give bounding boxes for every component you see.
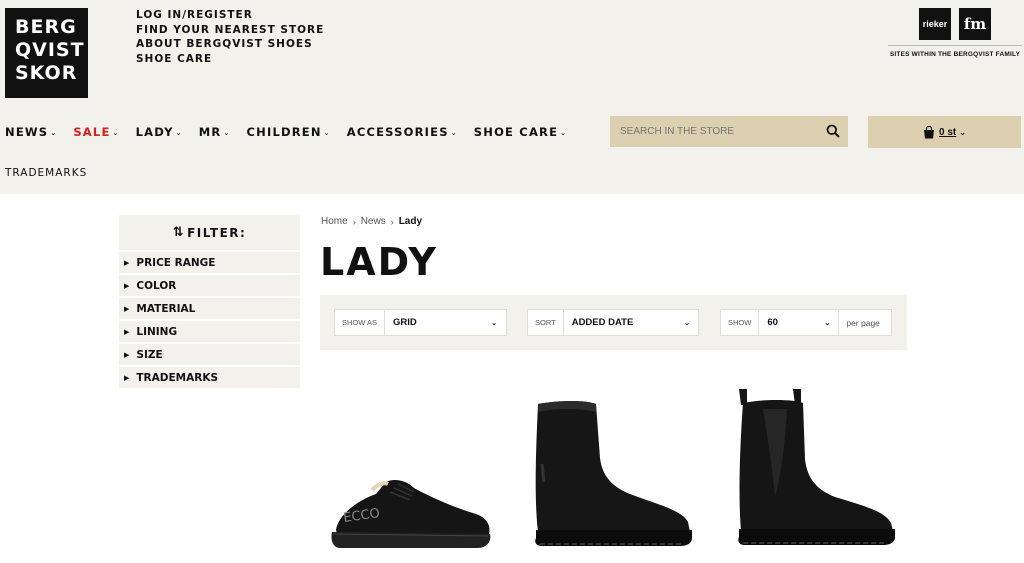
search-icon[interactable] [826,124,840,138]
filter-color[interactable]: ▶ COLOR [119,275,300,296]
logo-line-2: QVIST [15,39,85,61]
nav-label: SHOE CARE [473,125,559,139]
sneaker-image: ECCO [331,480,491,548]
breadcrumb-home[interactable]: Home [321,216,348,227]
about-link[interactable]: ABOUT BERGQVIST SHOES [136,37,324,52]
product-card-chelsea-boot[interactable] [735,385,897,550]
product-card-ankle-boot[interactable] [530,398,696,550]
ankle-boot-image [535,401,692,546]
filter-label: COLOR [136,279,177,292]
show-as-select[interactable]: SHOW AS GRID ⌄ [334,309,507,336]
family-divider [888,45,1022,46]
filter-price-range[interactable]: ▶ PRICE RANGE [119,252,300,273]
nav-mr[interactable]: MR ⌄ [199,125,231,139]
chevron-right-icon: › [390,216,394,227]
sort-label: SORT [528,310,564,335]
filter-label: LINING [136,325,178,338]
nav-children[interactable]: CHILDREN ⌄ [247,125,331,139]
nav-trademarks[interactable]: TRADEMARKS [5,167,87,179]
chevron-down-icon: ⌄ [112,129,120,137]
per-page-text: 60 [767,317,778,328]
nav-shoe-care[interactable]: SHOE CARE ⌄ [474,125,567,139]
page-title: LADY [320,240,438,284]
breadcrumb-current: Lady [398,216,423,227]
caret-right-icon: ▶ [124,304,130,313]
nav-label: LADY [135,125,174,139]
shopping-bag-icon [924,125,935,138]
filter-label: PRICE RANGE [136,256,216,269]
caret-right-icon: ▶ [124,327,130,336]
chevron-down-icon: ⌄ [450,129,458,137]
chevron-down-icon: ⌄ [684,319,690,327]
caret-right-icon: ▶ [124,373,130,382]
filter-size[interactable]: ▶ SIZE [119,344,300,365]
shoe-care-link[interactable]: SHOE CARE [136,52,324,67]
per-page-label: SHOW [721,310,760,335]
header: BERG QVIST SKOR LOG IN/REGISTER FIND YOU… [0,0,1024,194]
sort-select[interactable]: SORT ADDED DATE ⌄ [527,309,699,336]
chevron-down-icon: ⌄ [959,127,966,137]
main-nav: NEWS ⌄ SALE ⌄ LADY ⌄ MR ⌄ CHILDREN ⌄ ACCESSOR… [5,125,583,139]
chevron-down-icon: ⌄ [824,319,831,327]
top-links: LOG IN/REGISTER FIND YOUR NEAREST STORE … [136,8,324,66]
nav-accessories[interactable]: ACCESSORIES ⌄ [347,125,458,139]
breadcrumb: Home › News › Lady [321,216,422,227]
nav-news[interactable]: NEWS ⌄ [5,125,57,139]
caret-right-icon: ▶ [124,281,130,290]
nav-label: SALE [73,125,111,139]
store-finder-link[interactable]: FIND YOUR NEAREST STORE [136,23,324,38]
nav-sale[interactable]: SALE ⌄ [73,125,119,139]
chelsea-boot-image [738,389,895,545]
filter-label: MATERIAL [136,302,196,315]
nav-label: CHILDREN [246,125,322,139]
login-link[interactable]: LOG IN/REGISTER [136,8,324,23]
filter-material[interactable]: ▶ MATERIAL [119,298,300,319]
per-page-value[interactable]: 60 ⌄ [759,310,840,335]
cart-count: 0 st [939,126,957,138]
filter-trademarks[interactable]: ▶ TRADEMARKS [119,367,300,388]
chevron-down-icon: ⌄ [560,129,568,137]
show-as-text: GRID [393,317,417,328]
show-as-label: SHOW AS [335,310,386,335]
fm-logo[interactable]: fm [959,8,991,40]
family-logos: rieker fm [888,8,1022,40]
listing-toolbar: SHOW AS GRID ⌄ SORT ADDED DATE ⌄ SHOW 60 ⌄ … [320,295,907,350]
search-box [610,116,848,147]
chevron-down-icon: ⌄ [223,129,231,137]
rieker-logo[interactable]: rieker [919,8,951,40]
nav-label: MR [198,125,222,139]
filter-label: TRADEMARKS [136,371,219,384]
nav-label: ACCESSORIES [346,125,449,139]
logo-line-3: SKOR [15,62,78,84]
family-label: SITES WITHIN THE BERGQVIST FAMILY [889,51,1021,58]
product-card-sneaker[interactable]: ECCO [328,470,494,552]
sort-icon: ⇅ [172,225,186,240]
filter-lining[interactable]: ▶ LINING [119,321,300,342]
breadcrumb-news[interactable]: News [361,216,386,227]
filter-label: SIZE [136,348,163,361]
logo-line-1: BERG [15,16,77,38]
filter-panel: ⇅ FILTER: ▶ PRICE RANGE ▶ COLOR ▶ MATERIAL … [119,215,300,388]
filter-title: FILTER: [187,225,247,240]
nav-lady[interactable]: LADY ⌄ [136,125,183,139]
show-as-value[interactable]: GRID ⌄ [385,310,505,335]
per-page-suffix: per page [846,317,880,328]
chevron-down-icon: ⌄ [175,129,183,137]
family-sites: rieker fm SITES WITHIN THE BERGQVIST FAM… [888,8,1022,58]
chevron-right-icon: › [352,216,356,227]
sort-text: ADDED DATE [571,317,634,328]
bergqvist-logo[interactable]: BERG QVIST SKOR [5,8,88,98]
caret-right-icon: ▶ [124,350,130,359]
chevron-down-icon: ⌄ [323,129,331,137]
nav-label: NEWS [5,125,49,139]
filter-header[interactable]: ⇅ FILTER: [119,215,300,250]
search-input[interactable] [620,126,820,137]
caret-right-icon: ▶ [124,258,130,267]
per-page-select[interactable]: SHOW 60 ⌄ per page [720,309,892,336]
cart-button[interactable]: 0 st ⌄ [868,116,1021,148]
chevron-down-icon: ⌄ [491,319,498,327]
chevron-down-icon: ⌄ [50,129,58,137]
sort-value[interactable]: ADDED DATE ⌄ [564,310,698,335]
